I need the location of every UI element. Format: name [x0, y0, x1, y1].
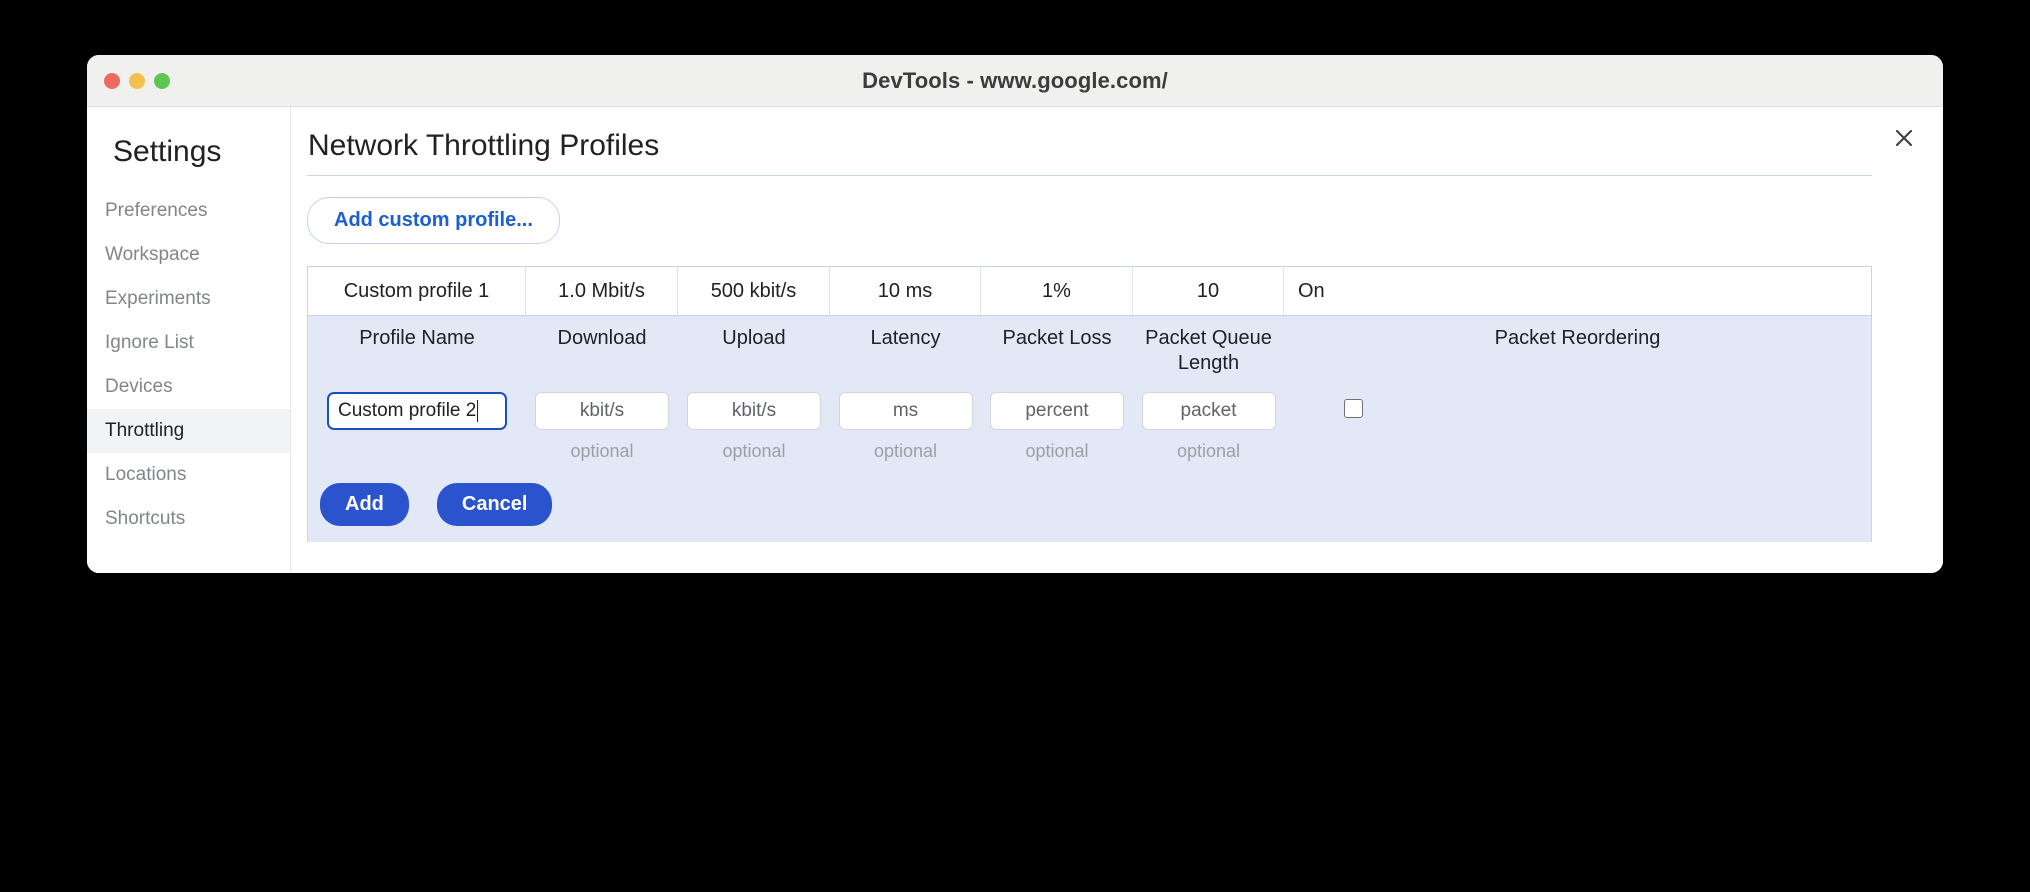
- header-latency: Latency: [870, 327, 941, 349]
- settings-title: Settings: [113, 135, 222, 168]
- window-close-button[interactable]: [104, 72, 120, 89]
- window-minimize-button[interactable]: [129, 72, 145, 89]
- table-row[interactable]: Custom profile 1 1.0 Mbit/s 500 kbit/s 1…: [308, 267, 1871, 315]
- sidebar-item-throttling[interactable]: Throttling: [87, 409, 290, 453]
- optional-packet-queue-length: optional: [1176, 441, 1241, 461]
- sidebar-item-ignore-list[interactable]: Ignore List: [87, 321, 290, 365]
- cell-latency: 10 ms: [830, 267, 981, 315]
- sidebar-item-shortcuts[interactable]: Shortcuts: [87, 497, 290, 541]
- editor-action-buttons: Add Cancel: [308, 462, 1871, 526]
- header-packet-reordering: Packet Reordering: [1494, 327, 1661, 349]
- optional-spacer-end: [1284, 430, 1871, 462]
- download-input[interactable]: kbit/s: [535, 392, 669, 430]
- packet-loss-input[interactable]: percent: [990, 392, 1124, 430]
- cell-profile-name: Custom profile 1: [308, 267, 526, 315]
- latency-input-cell: ms: [830, 392, 981, 430]
- profile-name-input-cell: Custom profile 2: [308, 392, 526, 430]
- optional-latency: optional: [873, 441, 938, 461]
- packet-reordering-cell: [1284, 392, 1871, 418]
- devtools-body: Settings Preferences Workspace Experimen…: [87, 107, 1943, 573]
- header-profile-name: Profile Name: [359, 327, 475, 349]
- editor-optional-row: optional optional optional optional opti…: [308, 430, 1871, 462]
- window-maximize-button[interactable]: [154, 72, 170, 89]
- window-title: DevTools - www.google.com/: [862, 67, 1168, 93]
- packet-loss-input-cell: percent: [981, 392, 1133, 430]
- optional-spacer: [308, 430, 526, 462]
- upload-input[interactable]: kbit/s: [687, 392, 821, 430]
- profile-name-input-value: Custom profile 2: [338, 400, 477, 421]
- header-packet-loss: Packet Loss: [1002, 327, 1112, 349]
- packet-reordering-checkbox[interactable]: [1344, 399, 1363, 418]
- devtools-window: DevTools - www.google.com/ Settings Pref…: [87, 55, 1943, 573]
- add-custom-profile-button[interactable]: Add custom profile...: [307, 197, 560, 244]
- traffic-light-group: [104, 72, 170, 89]
- header-packet-queue-length: Packet Queue Length: [1145, 327, 1272, 374]
- upload-input-cell: kbit/s: [678, 392, 830, 430]
- sidebar-item-experiments[interactable]: Experiments: [87, 277, 290, 321]
- window-titlebar: DevTools - www.google.com/: [87, 55, 1943, 107]
- cancel-button[interactable]: Cancel: [436, 483, 553, 526]
- new-profile-editor: Profile Name Download Upload Latency Pac…: [308, 315, 1871, 542]
- editor-input-row: Custom profile 2 kbit/s kbit/s ms percen…: [308, 376, 1871, 430]
- text-caret: [477, 400, 479, 422]
- sidebar-item-workspace[interactable]: Workspace: [87, 233, 290, 277]
- sidebar-item-preferences[interactable]: Preferences: [87, 189, 290, 233]
- cell-upload: 500 kbit/s: [678, 267, 830, 315]
- cell-packet-reordering: On: [1298, 279, 1325, 302]
- latency-input[interactable]: ms: [838, 392, 973, 430]
- sidebar-item-devices[interactable]: Devices: [87, 365, 290, 409]
- settings-sidebar: Settings Preferences Workspace Experimen…: [87, 107, 291, 573]
- header-download: Download: [557, 327, 647, 349]
- header-upload: Upload: [722, 327, 786, 349]
- optional-packet-loss: optional: [1025, 441, 1089, 461]
- optional-upload: optional: [722, 441, 786, 461]
- throttling-profiles-table: Custom profile 1 1.0 Mbit/s 500 kbit/s 1…: [307, 266, 1872, 542]
- optional-download: optional: [570, 441, 634, 461]
- profile-name-input[interactable]: Custom profile 2: [327, 392, 507, 430]
- packet-queue-input-cell: packet: [1133, 392, 1284, 430]
- cell-packet-loss: 1%: [981, 267, 1133, 315]
- cell-download: 1.0 Mbit/s: [526, 267, 678, 315]
- sidebar-item-locations[interactable]: Locations: [87, 453, 290, 497]
- editor-header-row: Profile Name Download Upload Latency Pac…: [308, 316, 1871, 376]
- title-divider: [307, 175, 1872, 176]
- throttling-panel: Network Throttling Profiles Add custom p…: [291, 107, 1943, 573]
- cell-packet-queue-length: 10: [1133, 267, 1284, 315]
- page-title: Network Throttling Profiles: [308, 129, 660, 162]
- download-input-cell: kbit/s: [526, 392, 678, 430]
- packet-queue-length-input[interactable]: packet: [1141, 392, 1276, 430]
- add-button[interactable]: Add: [320, 483, 409, 526]
- close-icon[interactable]: [1887, 121, 1921, 155]
